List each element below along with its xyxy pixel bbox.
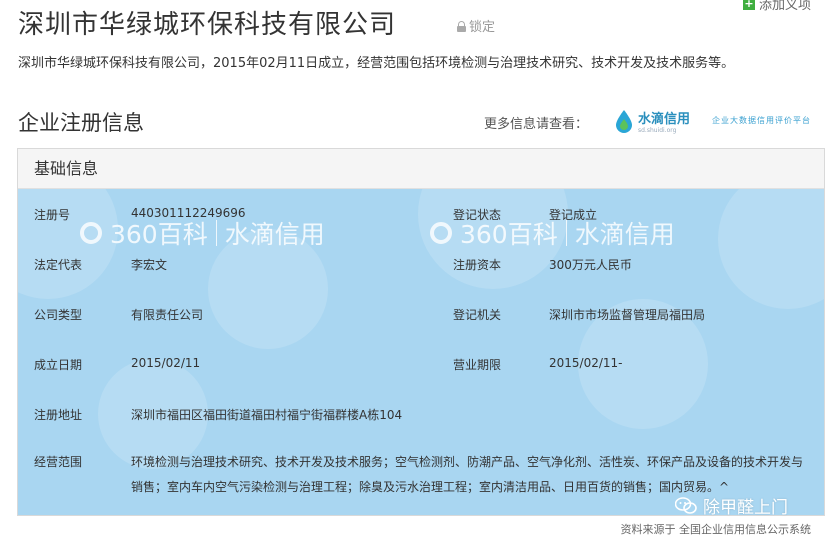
more-info-label: 更多信息请查看： [484, 117, 589, 132]
field-value: 深圳市市场监督管理局福田局 [549, 308, 706, 322]
field-value: 300万元人民币 [549, 258, 632, 272]
lock-button[interactable]: 锁定 [457, 16, 495, 35]
wechat-account-name: 除甲醛上门 [703, 498, 788, 518]
water-drop-icon [616, 110, 632, 133]
wechat-icon [675, 496, 697, 514]
card-body: 360百科 水滴信用 360百科 水滴信用 注册号 44030111224969… [18, 189, 824, 515]
lock-icon [457, 20, 466, 32]
watermark-logo-icon [80, 222, 102, 244]
company-summary: 深圳市华绿城环保科技有限公司，2015年02月11日成立，经营范围包括环境检测与… [18, 56, 735, 71]
data-source-note: 资料来源于 全国企业信用信息公示系统 [620, 523, 812, 536]
field-value: 深圳市福田区福田街道福田村福宁街福群楼A栋104 [131, 408, 403, 422]
section-title: 企业注册信息 [18, 111, 144, 135]
add-entry-label: 添加义项 [758, 0, 811, 13]
field-label: 登记机关 [453, 308, 502, 322]
card-header: 基础信息 [18, 149, 824, 189]
field-label: 注册地址 [34, 408, 83, 422]
field-label: 注册号 [34, 208, 71, 222]
field-label: 注册资本 [453, 258, 502, 272]
lock-label: 锁定 [469, 20, 496, 35]
plus-icon: + [742, 0, 755, 10]
brand-name: 水滴信用 [638, 112, 691, 127]
field-value: 2015/02/11- [549, 356, 623, 370]
field-value: 登记成立 [549, 208, 598, 222]
field-label: 经营范围 [34, 455, 83, 469]
field-label: 营业期限 [453, 358, 502, 372]
field-value: 2015/02/11 [131, 356, 201, 370]
shuidi-brand-link[interactable]: 水滴信用 sd.shuidi.org [614, 108, 690, 134]
basic-info-card: 基础信息 360百科 水滴信用 360百科 水滴信用 注册号 440301112… [17, 148, 825, 516]
field-label: 法定代表 [34, 258, 83, 272]
add-entry-button[interactable]: + 添加义项 [742, 0, 811, 13]
field-value: 440301112249696 [131, 206, 246, 220]
company-name: 深圳市华绿城环保科技有限公司 [18, 10, 397, 40]
bg-circle [718, 189, 824, 309]
field-label: 成立日期 [34, 358, 83, 372]
watermark-left: 360百科 水滴信用 [80, 215, 325, 251]
brand-domain: sd.shuidi.org [638, 127, 677, 134]
watermark-text: 360百科 [110, 220, 208, 249]
field-label: 登记状态 [453, 208, 502, 222]
field-label: 公司类型 [34, 308, 83, 322]
field-value: 有限责任公司 [131, 308, 204, 322]
field-value: 李宏文 [131, 258, 168, 272]
watermark-brand: 水滴信用 [224, 220, 325, 249]
watermark-divider [565, 220, 567, 246]
wechat-account-watermark: 除甲醛上门 [675, 493, 788, 518]
watermark-divider [215, 220, 217, 246]
watermark-logo-icon [430, 222, 452, 244]
brand-slogan: 企业大数据信用评价平台 [712, 116, 811, 125]
